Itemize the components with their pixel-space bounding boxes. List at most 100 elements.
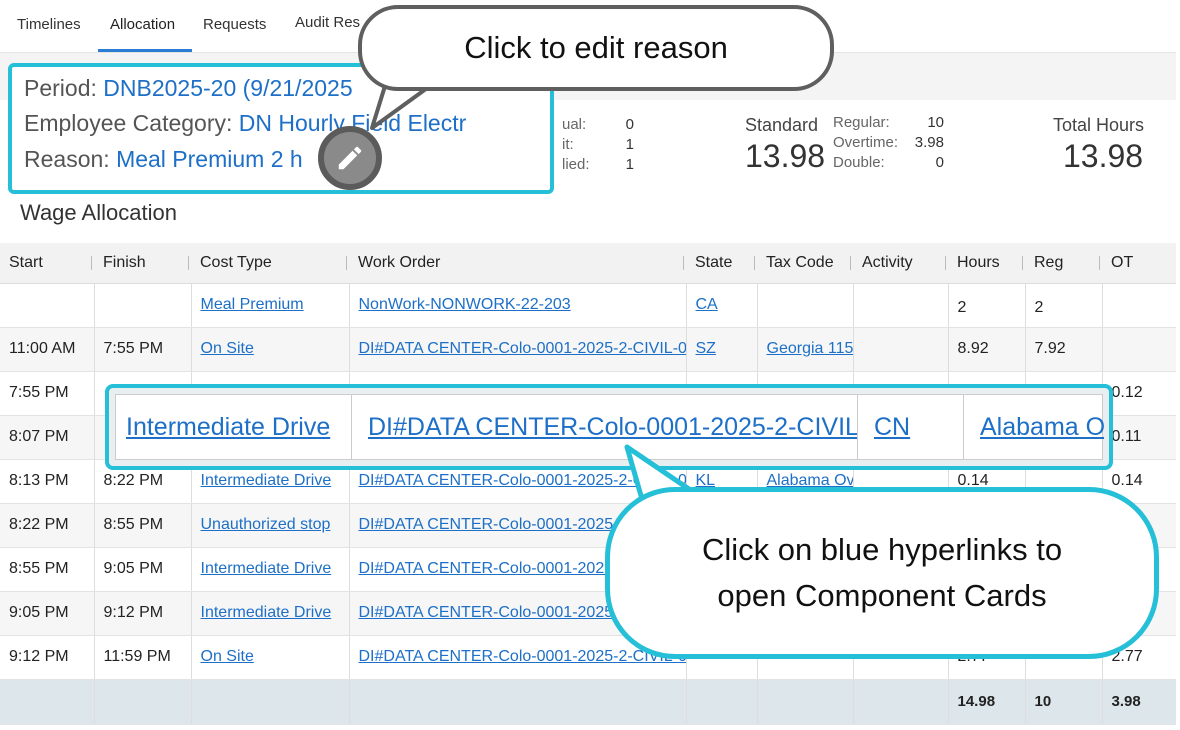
table-header-row: Start Finish Cost Type Work Order State …: [0, 243, 1180, 284]
cell-start: 8:22 PM: [0, 503, 95, 548]
active-tab-indicator: [98, 49, 192, 52]
tab-allocation[interactable]: Allocation: [110, 16, 175, 33]
cell-ot: [1102, 283, 1180, 328]
stat-label-3: lied:: [562, 156, 590, 173]
cell-finish: 9:12 PM: [94, 591, 192, 636]
cell-cost-type: On Site: [191, 635, 350, 680]
cell-finish: 11:59 PM: [94, 635, 192, 680]
total-ot-cell: 3.98: [1102, 679, 1180, 725]
reason-link[interactable]: Meal Premium 2 h: [116, 146, 303, 172]
cell-cost-type: On Site: [191, 327, 350, 372]
zoom-work-order-cell: DI#DATA CENTER-Colo-0001-2025-2-CIVIL-0: [352, 395, 858, 459]
tab-audit[interactable]: Audit Res: [295, 14, 360, 31]
cost-type-link[interactable]: On Site: [201, 340, 254, 357]
cell-state: SZ: [686, 327, 758, 372]
cell-cost-type: Intermediate Drive: [191, 591, 350, 636]
overtime-label: Overtime:: [833, 134, 899, 151]
pencil-icon: [338, 146, 362, 170]
work-order-link[interactable]: DI#DATA CENTER-Colo-0001-2025-2-CIVIL-0: [359, 648, 686, 665]
wage-allocation-title: Wage Allocation: [20, 200, 177, 225]
state-link[interactable]: CA: [696, 296, 718, 313]
cell-start: 9:05 PM: [0, 591, 95, 636]
reason-row: Reason: Meal Premium 2 h: [24, 146, 303, 173]
cost-type-link[interactable]: Intermediate Drive: [201, 604, 332, 621]
edit-reason-button[interactable]: [318, 126, 382, 190]
hyperlinks-callout-line2: open Component Cards: [717, 578, 1047, 613]
cell-finish: [94, 283, 192, 328]
col-tax-code[interactable]: Tax Code: [757, 243, 853, 284]
cell-activity: [853, 283, 949, 328]
state-link[interactable]: SZ: [696, 340, 716, 357]
period-link[interactable]: DNB2025-20 (9/21/2025: [103, 75, 352, 101]
zoomed-row-highlight: Intermediate Drive DI#DATA CENTER-Colo-0…: [105, 384, 1113, 470]
category-label: Employee Category:: [24, 110, 233, 136]
tax-code-link[interactable]: Georgia 115: [767, 340, 853, 357]
hyperlinks-callout: Click on blue hyperlinks to open Compone…: [605, 487, 1159, 659]
right-edge: [1176, 0, 1180, 730]
zoom-tax-code-link[interactable]: Alabama Ov: [980, 413, 1104, 442]
work-order-link[interactable]: DI#DATA CENTER-Colo-0001-2025: [359, 604, 614, 621]
reason-label: Reason:: [24, 146, 110, 172]
cell-start: 8:13 PM: [0, 459, 95, 504]
standard-value: 13.98: [745, 138, 826, 174]
col-ot[interactable]: OT: [1102, 243, 1180, 284]
cell-finish: 8:55 PM: [94, 503, 192, 548]
col-cost-type[interactable]: Cost Type: [191, 243, 349, 284]
zoom-cost-type-link[interactable]: Intermediate Drive: [126, 413, 330, 442]
cell-ot: 0.11: [1102, 415, 1180, 460]
stat-label-1: ual:: [562, 116, 587, 133]
col-start[interactable]: Start: [0, 243, 94, 284]
col-activity[interactable]: Activity: [853, 243, 948, 284]
cost-type-link[interactable]: On Site: [201, 648, 254, 665]
zoom-work-order-link[interactable]: DI#DATA CENTER-Colo-0001-2025-2-CIVIL-0: [368, 413, 857, 442]
col-hours[interactable]: Hours: [948, 243, 1025, 284]
stat-value-3: 1: [625, 156, 634, 173]
cell-hours: 2: [948, 283, 1026, 328]
work-order-link[interactable]: NonWork-NONWORK-22-203: [359, 296, 571, 313]
work-order-link[interactable]: DI#DATA CENTER-Colo-0001-2025-2-CIVIL-0: [359, 472, 686, 489]
total-reg-cell: 10: [1025, 679, 1103, 725]
zoom-state-cell: CN: [858, 395, 964, 459]
stat-value-1: 0: [625, 116, 634, 133]
work-order-link[interactable]: DI#DATA CENTER-Colo-0001-2025-2: [359, 516, 628, 533]
totals-row: 14.98 10 3.98: [0, 679, 1180, 725]
cost-type-link[interactable]: Intermediate Drive: [201, 560, 332, 577]
col-reg[interactable]: Reg: [1025, 243, 1102, 284]
zoom-state-link[interactable]: CN: [874, 413, 910, 442]
cell-cost-type: Intermediate Drive: [191, 547, 350, 592]
period-row: Period: DNB2025-20 (9/21/2025: [24, 75, 353, 102]
cell-reg: 7.92: [1025, 327, 1103, 372]
col-state[interactable]: State: [686, 243, 757, 284]
col-work-order[interactable]: Work Order: [349, 243, 686, 284]
cost-type-link[interactable]: Unauthorized stop: [201, 516, 331, 533]
cell-tax-code: [757, 283, 854, 328]
overtime-value: 3.98: [914, 134, 944, 151]
col-finish[interactable]: Finish: [94, 243, 191, 284]
work-order-link[interactable]: DI#DATA CENTER-Colo-0001-2025-2-CIVIL-0: [359, 340, 686, 357]
cell-start: 8:07 PM: [0, 415, 95, 460]
total-hours-value: 13.98: [1063, 138, 1144, 174]
cell-start: 7:55 PM: [0, 371, 95, 416]
cell-activity: [853, 327, 949, 372]
work-order-link[interactable]: DI#DATA CENTER-Colo-0001-2025: [359, 560, 614, 577]
standard-label: Standard: [745, 115, 819, 135]
tab-requests[interactable]: Requests: [203, 16, 266, 33]
zoom-tax-code-cell: Alabama Ov: [964, 395, 1104, 459]
period-label: Period:: [24, 75, 97, 101]
cell-ot: 0.12: [1102, 371, 1180, 416]
hyperlinks-callout-text: Click on blue hyperlinks to open Compone…: [702, 527, 1062, 619]
cell-start: 8:55 PM: [0, 547, 95, 592]
regular-label: Regular:: [833, 114, 890, 131]
cost-type-link[interactable]: Meal Premium: [201, 296, 304, 313]
cell-start: [0, 283, 95, 328]
cell-cost-type: Unauthorized stop: [191, 503, 350, 548]
zoomed-row: Intermediate Drive DI#DATA CENTER-Colo-0…: [115, 394, 1104, 460]
double-label: Double:: [833, 154, 885, 171]
cell-hours: 8.92: [948, 327, 1026, 372]
table-row: 11:00 AM 7:55 PM On Site DI#DATA CENTER-Col…: [0, 327, 1180, 372]
cell-finish: 7:55 PM: [94, 327, 192, 372]
stat-label-2: it:: [562, 136, 574, 153]
regular-value: 10: [927, 114, 944, 131]
cost-type-link[interactable]: Intermediate Drive: [201, 472, 332, 489]
tab-timelines[interactable]: Timelines: [17, 16, 81, 33]
